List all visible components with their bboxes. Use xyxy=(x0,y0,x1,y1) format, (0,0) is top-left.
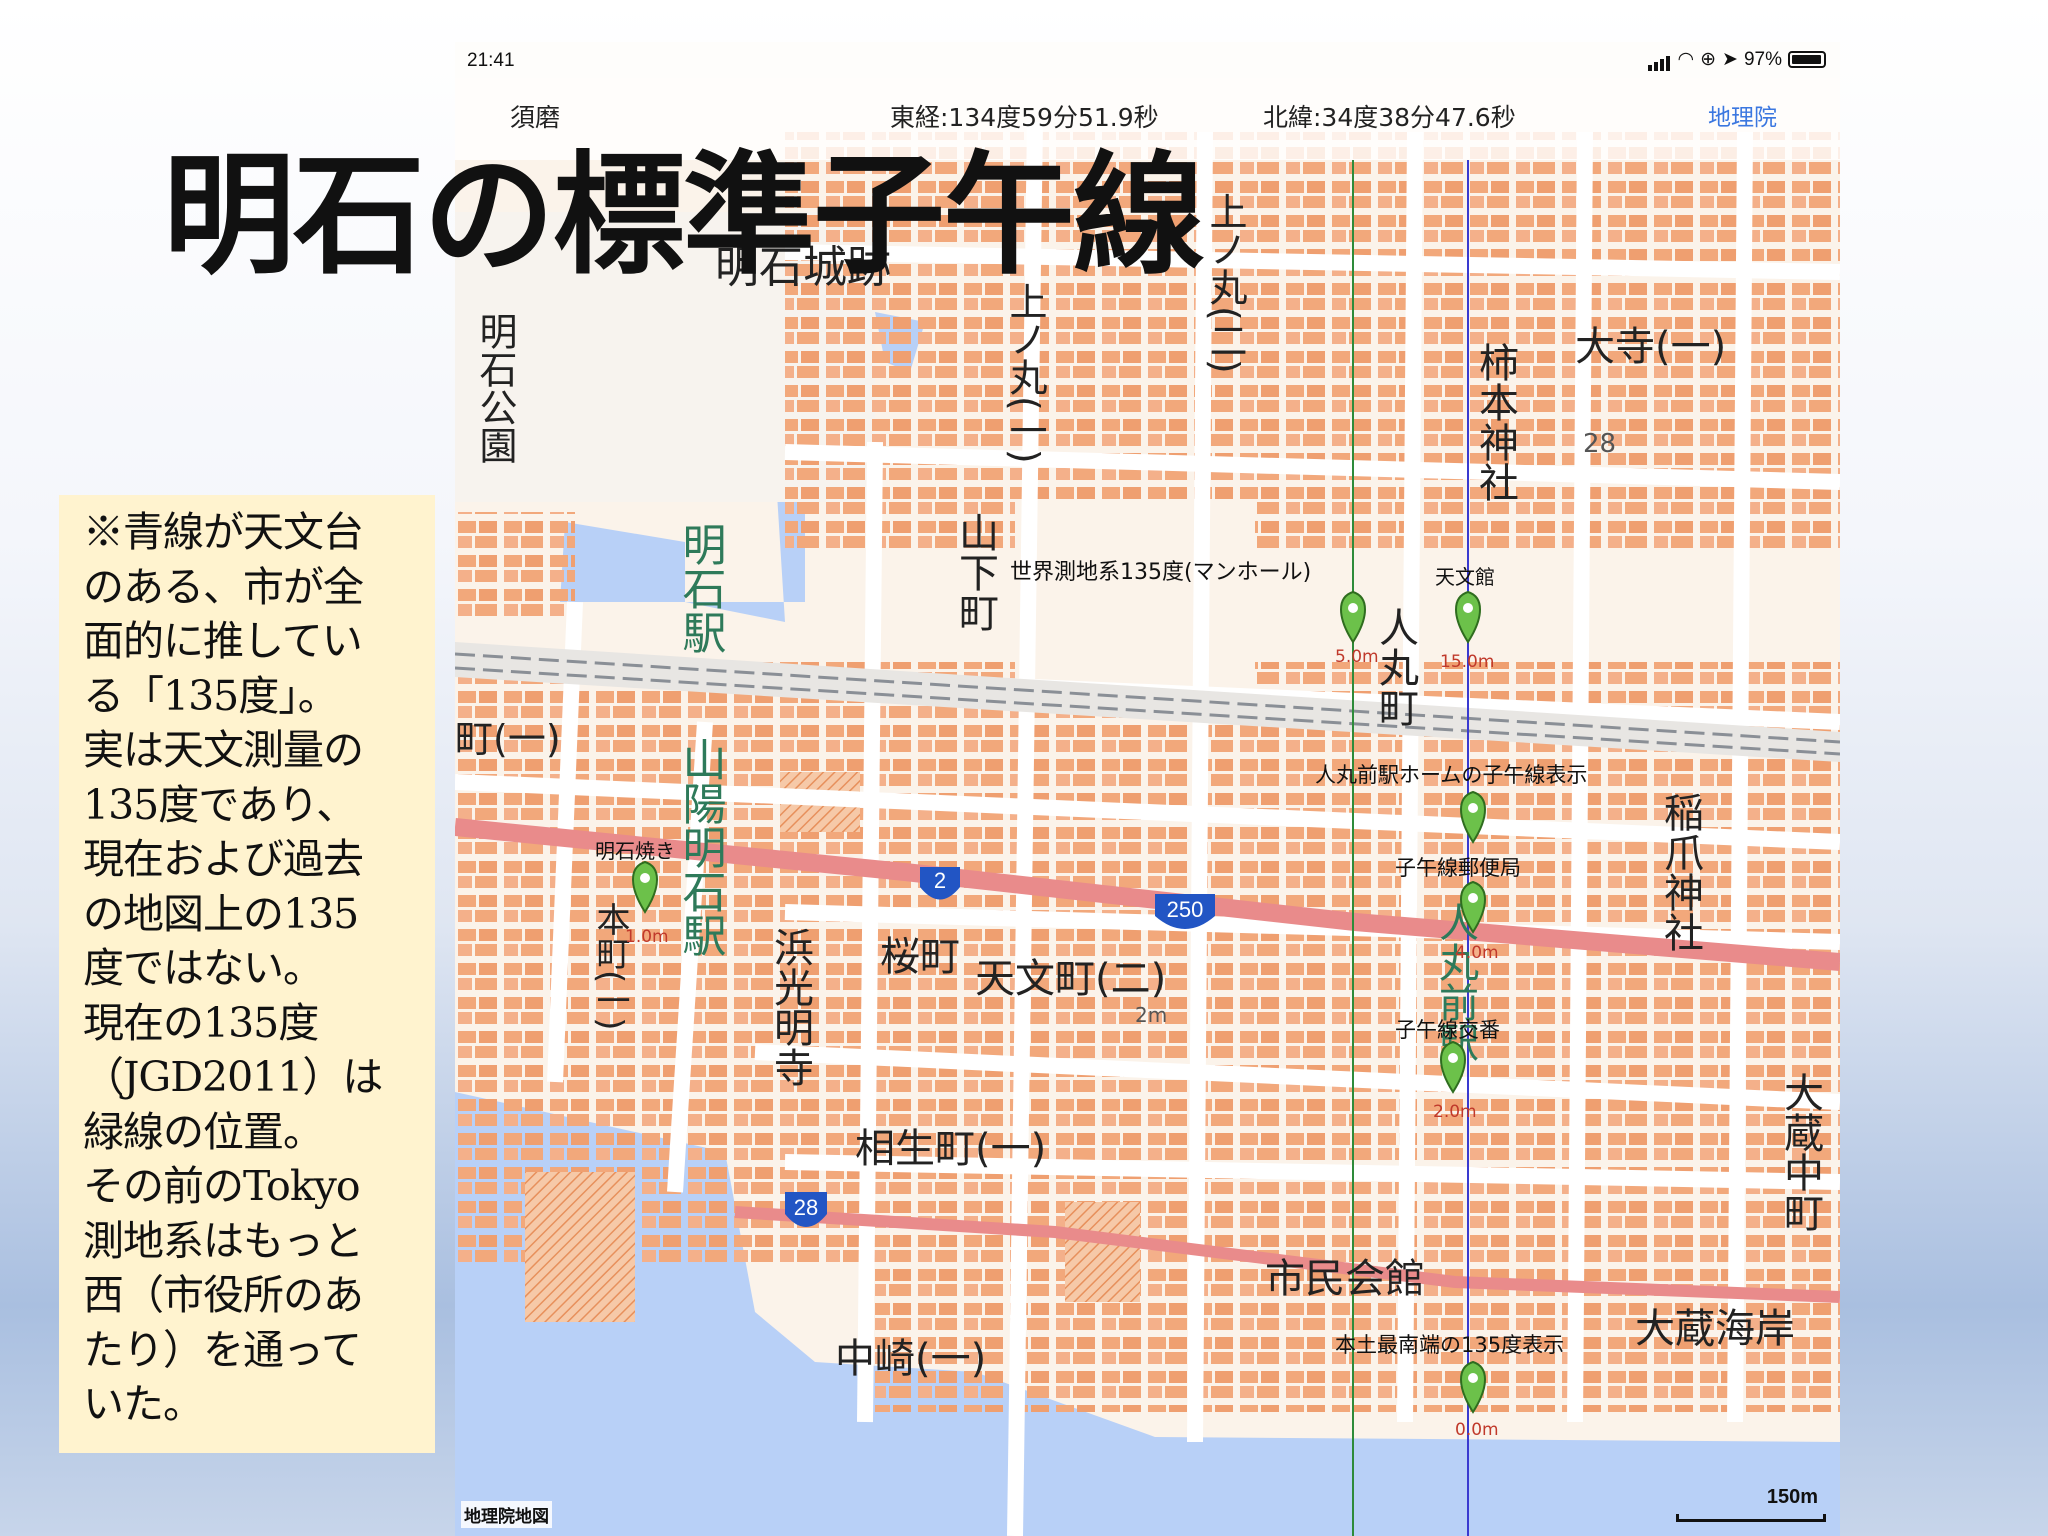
label-aioi-cho: 相生町(一) xyxy=(855,1126,1046,1172)
label-okura-kaigan: 大蔵海岸 xyxy=(1635,1306,1795,1352)
svg-text:子午線交番: 子午線交番 xyxy=(1395,1018,1500,1042)
label-kaminomaru-1: 上ノ丸(一) xyxy=(1003,282,1047,464)
svg-text:28: 28 xyxy=(794,1195,818,1220)
label-nakasaki: 中崎(一) xyxy=(835,1336,986,1382)
label-hitomaru-cho: 人丸町 xyxy=(1372,607,1418,727)
label-hamakomyoji: 浜光明寺 xyxy=(767,927,813,1087)
label-akashi-park: 明石公園 xyxy=(473,312,517,464)
note-line: たり）を通って xyxy=(83,1325,362,1374)
svg-text:0.0m: 0.0m xyxy=(1455,1420,1499,1440)
buildings-west xyxy=(455,512,575,622)
scale-line xyxy=(1676,1514,1826,1522)
label-odera: 大寺(一) xyxy=(1575,324,1726,370)
battery-percent: 97% xyxy=(1743,48,1782,70)
note-line: 測地系はもっと xyxy=(83,1216,364,1265)
svg-text:世界測地系135度(マンホール): 世界測地系135度(マンホール) xyxy=(1010,560,1311,585)
hatched-lot xyxy=(1065,1202,1140,1302)
note-line: 度ではない。 xyxy=(83,944,324,992)
gsi-link[interactable]: 地理院 xyxy=(1708,98,1777,132)
svg-text:2: 2 xyxy=(934,868,946,893)
latitude-readout: 北緯:34度38分47.6秒 xyxy=(1263,103,1516,132)
svg-text:15.0m: 15.0m xyxy=(1440,652,1494,672)
note-line: 実は天文測量の xyxy=(83,726,364,774)
label-shimin-kaikan: 市民会館 xyxy=(1265,1256,1425,1302)
svg-text:人丸前駅ホームの子午線表示: 人丸前駅ホームの子午線表示 xyxy=(1315,763,1587,787)
note-line: 135度であり、 xyxy=(83,780,357,829)
svg-text:1.0m: 1.0m xyxy=(625,927,669,947)
note-line: 現在および過去 xyxy=(83,835,364,883)
wifi-icon: ◠ xyxy=(1677,49,1695,70)
note-line: ※青線が天文台 xyxy=(83,508,364,556)
place-name: 須磨 xyxy=(510,103,561,132)
label-kakinomoto-shrine: 柿本神社 xyxy=(1472,342,1518,502)
label-tenmon-cho-2: 天文町(二) xyxy=(975,956,1166,1002)
status-time: 21:41 xyxy=(467,50,515,71)
svg-text:子午線郵便局: 子午線郵便局 xyxy=(1395,856,1521,880)
svg-text:250: 250 xyxy=(1167,897,1204,922)
spot-height-2m: 2m xyxy=(1135,1003,1167,1027)
label-hon-machi: 本町(一) xyxy=(590,902,630,1031)
note-box: ※青線が天文台 のある、市が全 面的に推してい る「135度」。 実は天文測量の… xyxy=(59,495,435,1453)
note-line: 西（市役所のあ xyxy=(83,1271,364,1319)
svg-text:天文館: 天文館 xyxy=(1435,565,1495,589)
svg-text:明石焼き: 明石焼き xyxy=(595,839,675,863)
note-line: 緑線の位置。 xyxy=(83,1107,324,1156)
svg-text:5.0m: 5.0m xyxy=(1335,647,1379,667)
svg-text:4.0m: 4.0m xyxy=(1455,943,1499,963)
label-okura-nakamachi: 大蔵中町 xyxy=(1777,1072,1823,1232)
map-attribution: 地理院地図 xyxy=(461,1501,552,1528)
orientation-lock-icon: ⊕ xyxy=(1700,49,1717,70)
slide-title: 明石の標準子午線 xyxy=(163,139,1205,293)
note-line: （JGD2011）は xyxy=(83,1053,383,1101)
longitude-readout: 東経:134度59分51.9秒 xyxy=(890,103,1159,132)
note-line: る「135度」。 xyxy=(83,671,339,720)
note-line: いた。 xyxy=(83,1380,204,1428)
open-lot xyxy=(1015,502,1255,702)
note-line: 面的に推してい xyxy=(83,617,363,665)
label-yamashita-cho: 山下町 xyxy=(952,512,998,632)
note-line: その前のTokyo xyxy=(83,1162,361,1210)
label-sanyo-akashi-station: 山陽明石駅 xyxy=(675,737,726,957)
ios-status-bar: 21:41 ◠ ⊕ ➤ 97% xyxy=(455,42,1840,78)
label-sakura-cho: 桜町 xyxy=(880,934,960,980)
label-inazume-shrine: 稲爪神社 xyxy=(1657,792,1703,952)
svg-text:本土最南端の135度表示: 本土最南端の135度表示 xyxy=(1335,1333,1564,1357)
scale-label: 150m xyxy=(1766,1486,1818,1508)
svg-text:2.0m: 2.0m xyxy=(1433,1102,1477,1122)
hatched-lot xyxy=(525,1172,635,1322)
label-akashi-station: 明石駅 xyxy=(675,522,726,654)
cellular-signal-icon xyxy=(1647,49,1672,71)
note-line: のある、市が全 xyxy=(83,562,364,611)
note-line: 現在の135度 xyxy=(83,998,319,1047)
status-indicators: ◠ ⊕ ➤ 97% xyxy=(1647,48,1826,71)
battery-icon xyxy=(1788,51,1826,68)
note-line: の地図上の135 xyxy=(83,889,359,938)
spot-height-28: 28 xyxy=(1583,429,1616,459)
label-kaminomaru-2: 上ノ丸(二) xyxy=(1203,192,1247,374)
label-machi-1: 町(一) xyxy=(455,717,561,761)
scale-bar: 150m xyxy=(1676,1486,1826,1526)
location-arrow-icon: ➤ xyxy=(1722,49,1738,70)
